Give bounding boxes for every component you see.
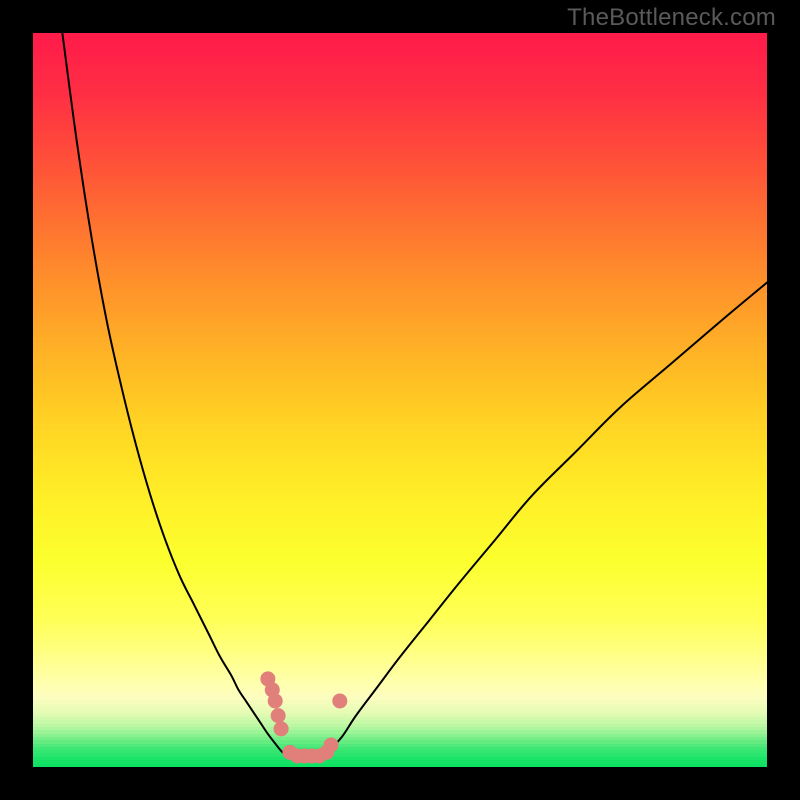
curve-path <box>62 33 767 760</box>
watermark-label: TheBottleneck.com <box>567 4 776 32</box>
curve-marker <box>268 693 283 708</box>
chart-frame: TheBottleneck.com <box>0 0 800 800</box>
curve-marker <box>274 721 289 736</box>
bottleneck-curve <box>33 33 767 767</box>
curve-marker <box>271 708 286 723</box>
curve-marker <box>332 693 347 708</box>
curve-marker <box>324 737 339 752</box>
plot-area <box>33 33 767 767</box>
